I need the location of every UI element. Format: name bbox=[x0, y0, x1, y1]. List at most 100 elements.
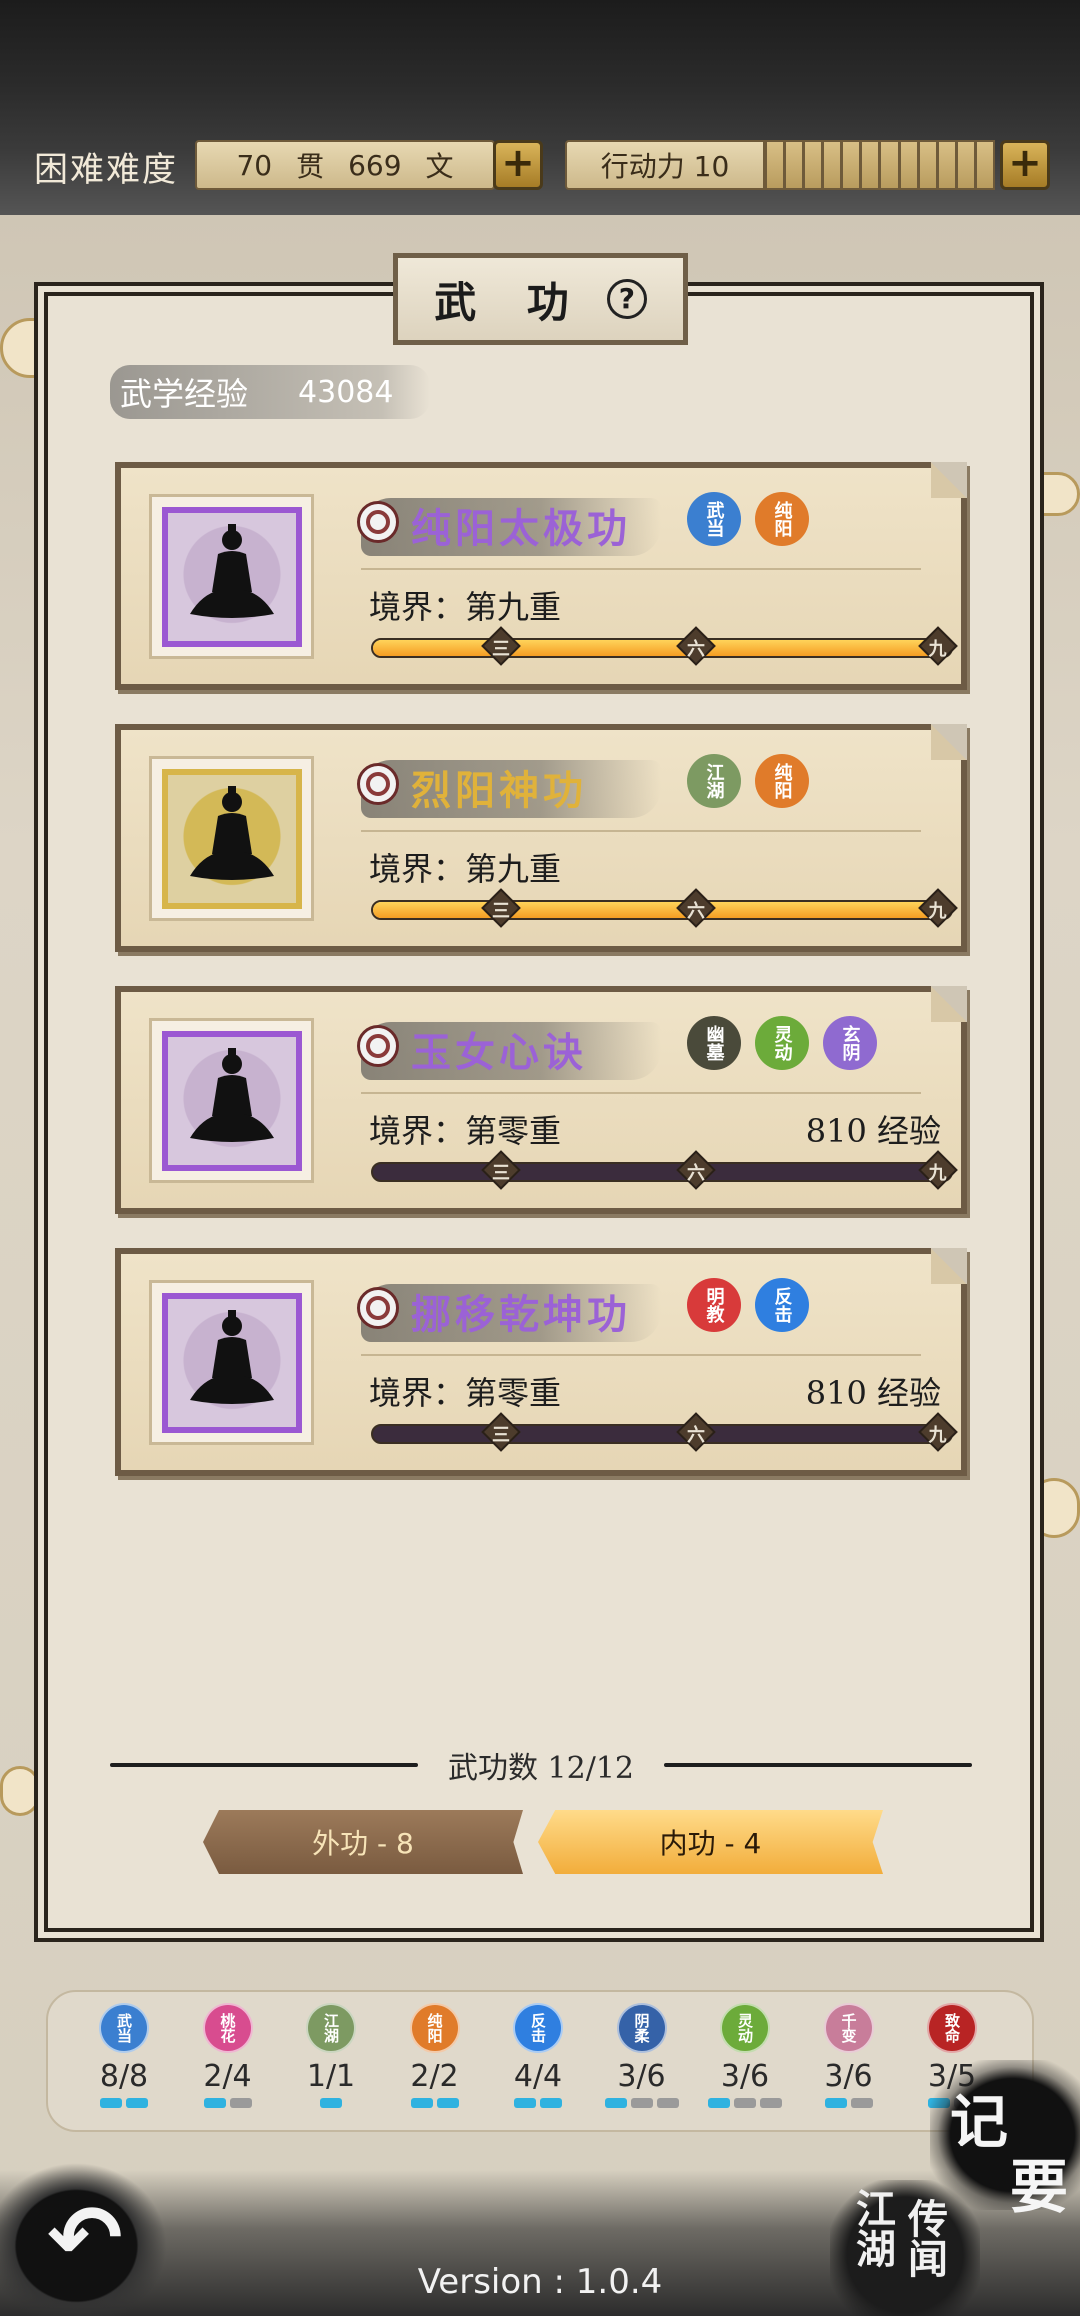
help-icon[interactable]: ? bbox=[606, 279, 647, 319]
sect-badge-icon: 阴柔 bbox=[616, 2003, 667, 2053]
sect-pips bbox=[809, 2098, 889, 2108]
sect-bonus-item[interactable]: 江湖 1/1 bbox=[291, 2003, 371, 2108]
skill-card[interactable]: 玉女心诀 幽墓 灵动 玄阴 境界：第零重 810 经验三 六 九 bbox=[115, 986, 967, 1214]
sect-pips bbox=[498, 2098, 578, 2108]
skill-name: 烈阳神功 bbox=[411, 767, 587, 814]
tab-internal-skills[interactable]: 内功 - 4 bbox=[538, 1810, 883, 1874]
action-power-cell bbox=[938, 142, 955, 188]
sect-pips bbox=[395, 2098, 475, 2108]
skill-card[interactable]: 挪移乾坤功 明教 反击 境界：第零重 810 经验三 六 九 bbox=[115, 1248, 967, 1476]
action-power-cell bbox=[957, 142, 974, 188]
realm-marker-label: 六 bbox=[687, 1163, 705, 1184]
internal-skill-icon bbox=[357, 1287, 399, 1329]
sect-tag: 幽墓 bbox=[687, 1016, 741, 1070]
portrait-frame bbox=[161, 506, 302, 647]
sect-pip bbox=[630, 2098, 653, 2108]
sect-pip bbox=[320, 2098, 342, 2108]
realm-progress-bar: 三六九 bbox=[371, 626, 958, 666]
skill-tags: 明教 反击 bbox=[687, 1278, 809, 1332]
divider-line bbox=[110, 1763, 418, 1767]
panel-title-text: 武 功 bbox=[434, 277, 587, 327]
sect-pips bbox=[188, 2098, 268, 2108]
sect-bonus-item[interactable]: 武当 8/8 bbox=[84, 2003, 164, 2108]
action-power-cell bbox=[900, 142, 917, 188]
action-power-cell bbox=[767, 142, 784, 188]
sect-tag: 玄阴 bbox=[823, 1016, 877, 1070]
add-money-button[interactable]: + bbox=[493, 140, 543, 190]
skill-count-row: 武功数 12/12 bbox=[110, 1745, 972, 1786]
sect-tag: 江湖 bbox=[687, 754, 741, 808]
skill-realm: 境界：第零重 bbox=[369, 1374, 562, 1412]
sect-pip bbox=[229, 2098, 252, 2108]
sect-count: 3/6 bbox=[617, 2059, 666, 2094]
action-power-cell bbox=[843, 142, 860, 188]
skill-name: 挪移乾坤功 bbox=[411, 1291, 631, 1338]
sect-count: 8/8 bbox=[99, 2059, 149, 2094]
skill-realm: 境界：第零重 bbox=[369, 1112, 562, 1150]
meditating-figure-icon bbox=[189, 1309, 274, 1404]
realm-marker-label: 九 bbox=[928, 1163, 947, 1184]
action-power-label: 行动力 10 bbox=[565, 140, 765, 190]
sect-bonus-item[interactable]: 千变 3/6 bbox=[809, 2003, 889, 2108]
sect-badge-icon: 反击 bbox=[513, 2003, 563, 2053]
realm-progress-fill bbox=[373, 640, 951, 656]
sect-badge-icon: 千变 bbox=[823, 2003, 874, 2053]
plus-icon: + bbox=[501, 140, 535, 186]
sect-pips bbox=[84, 2098, 164, 2108]
sect-pip bbox=[850, 2098, 873, 2108]
realm-marker-label: 九 bbox=[928, 901, 947, 922]
sect-pip bbox=[514, 2098, 536, 2108]
meditating-figure-icon bbox=[189, 523, 274, 618]
card-divider bbox=[361, 1092, 921, 1094]
skill-exp-needed: 810 经验 bbox=[805, 1374, 941, 1412]
plus-icon: + bbox=[1008, 140, 1042, 186]
skill-card[interactable]: 烈阳神功 江湖 纯阳 境界：第九重三 六 九 bbox=[115, 724, 967, 952]
sect-pip bbox=[410, 2098, 433, 2108]
tab-external-skills[interactable]: 外功 - 8 bbox=[203, 1810, 523, 1874]
sect-bonus-item[interactable]: 桃花 2/4 bbox=[188, 2003, 268, 2108]
meditating-figure-icon bbox=[189, 1047, 274, 1142]
action-power-cell bbox=[805, 142, 822, 188]
money-guan: 70 bbox=[236, 148, 273, 182]
version-text: Version : 1.0.4 bbox=[417, 2262, 663, 2302]
skill-name: 纯阳太极功 bbox=[411, 505, 631, 552]
realm-marker-label: 三 bbox=[492, 1425, 511, 1446]
action-power-cell bbox=[919, 142, 936, 188]
sect-pip bbox=[126, 2098, 148, 2108]
sect-bonus-item[interactable]: 阴柔 3/6 bbox=[602, 2003, 682, 2108]
realm-progress-bar: 三六九 bbox=[371, 1150, 958, 1190]
sect-pip bbox=[604, 2098, 627, 2108]
sect-bonus-item[interactable]: 反击 4/4 bbox=[498, 2003, 578, 2108]
divider-line bbox=[664, 1763, 972, 1767]
sect-badge-icon: 桃花 bbox=[202, 2003, 253, 2053]
internal-skill-icon bbox=[357, 1025, 399, 1067]
money-wen: 669 bbox=[348, 148, 402, 182]
realm-progress-bar: 三六九 bbox=[371, 888, 958, 928]
sect-pip bbox=[656, 2098, 679, 2108]
martial-exp-value: 43084 bbox=[298, 374, 394, 410]
sect-badge-icon: 灵动 bbox=[720, 2003, 770, 2053]
card-divider bbox=[361, 830, 921, 832]
realm-marker-label: 九 bbox=[928, 639, 947, 660]
skill-realm: 境界：第九重 bbox=[369, 850, 562, 888]
sect-bonus-item[interactable]: 纯阳 2/2 bbox=[395, 2003, 475, 2108]
martial-exp: 武学经验 43084 bbox=[110, 365, 430, 419]
card-divider bbox=[361, 568, 921, 570]
sect-tag: 反击 bbox=[755, 1278, 809, 1332]
action-power-cell bbox=[976, 142, 993, 188]
realm-marker-label: 六 bbox=[687, 639, 705, 660]
action-power-cells bbox=[765, 140, 995, 190]
skill-card[interactable]: 纯阳太极功 武当 纯阳 境界：第九重三 六 九 bbox=[115, 462, 967, 690]
money-guan-unit: 贯 bbox=[296, 150, 325, 183]
sect-bonus-item[interactable]: 灵动 3/6 bbox=[705, 2003, 785, 2108]
action-power-cell bbox=[862, 142, 879, 188]
sect-count: 4/4 bbox=[513, 2059, 563, 2094]
add-action-power-button[interactable]: + bbox=[1000, 140, 1050, 190]
sect-badge-icon: 纯阳 bbox=[409, 2003, 460, 2053]
realm-marker-label: 三 bbox=[492, 1163, 511, 1184]
portrait-frame bbox=[161, 1030, 302, 1171]
sect-pip bbox=[436, 2098, 459, 2108]
card-divider bbox=[361, 1354, 921, 1356]
internal-skill-icon bbox=[357, 501, 399, 543]
sect-badge-icon: 武当 bbox=[99, 2003, 149, 2053]
